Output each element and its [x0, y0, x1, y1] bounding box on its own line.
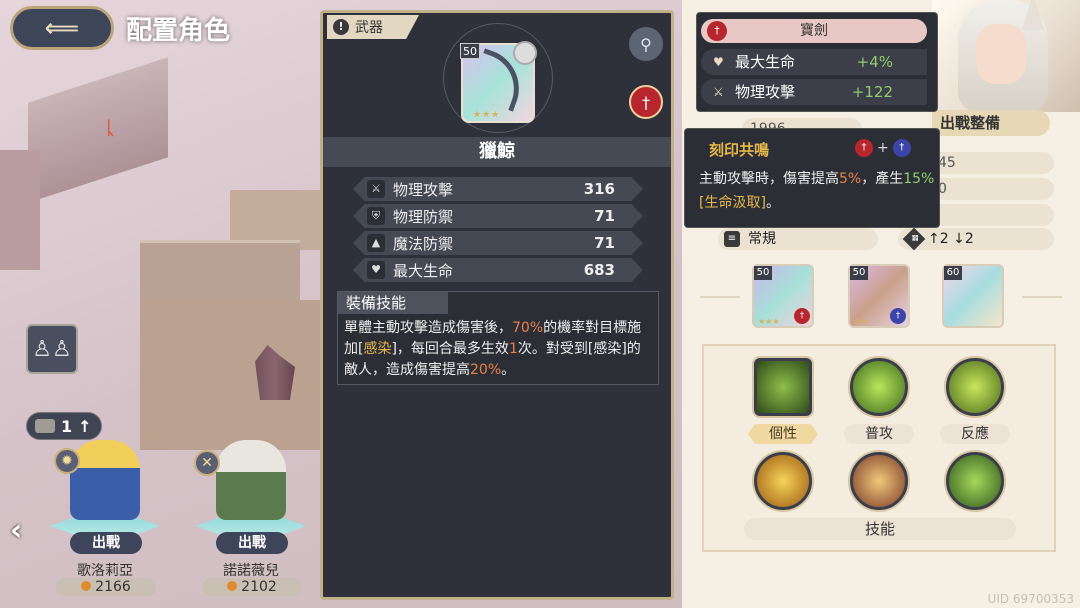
accessory-slot[interactable]: 60 [942, 264, 1004, 328]
people-icon: ♙♙ [32, 336, 72, 362]
sword-emblem-icon: † [794, 308, 810, 324]
stone-floor [140, 300, 330, 450]
stone-block [28, 57, 168, 203]
top-bar: ⟸ 配置角色 [10, 6, 230, 50]
equipment-skill-description: 單體主動攻擊造成傷害後，70%的機率對目標施加[感染]，每回合最多生效1次。對受… [344, 320, 642, 378]
stat-row: ⚔ 物理攻擊 316 [353, 177, 643, 201]
shield-icon: ⛨ [367, 207, 385, 225]
character-sprite [70, 440, 140, 520]
user-search-icon: ⚲ [640, 34, 652, 54]
armor-slot[interactable]: 50 ★★ † [848, 264, 910, 328]
sun-icon: ✹ [54, 448, 80, 474]
hat-icon: ▲ [367, 234, 385, 252]
page-title: 配置角色 [126, 15, 231, 46]
equipment-tooltip: † 寶劍 ♥ 最大生命 +4% ⚔ 物理攻擊 +122 [696, 12, 938, 112]
alert-icon: ! [333, 19, 349, 35]
move-count: 1 [61, 416, 73, 436]
back-button[interactable]: ⟸ [10, 6, 114, 50]
weapon-detail-panel: ! 武器 50 ★★★ ⚲ † 獵鯨 ⚔ 物理攻擊 316 ⛨ 物理防禦 71 … [320, 10, 674, 600]
weapon-level: 50 [460, 43, 480, 59]
character-sprite [216, 440, 286, 520]
skills-frame: 個性 普攻 反應 技能 [702, 344, 1056, 552]
sword-icon: ⚔ [713, 85, 724, 99]
wand-emblem-icon: † [892, 139, 911, 157]
stat-partial [930, 204, 1054, 226]
stone-floor [140, 240, 300, 300]
active-skill-2-icon[interactable] [850, 452, 908, 510]
formation-button[interactable]: ♙♙ [26, 324, 78, 374]
power-icon [81, 581, 92, 591]
heart-icon: ♥ [367, 261, 385, 279]
move-range: ✥ ↑2 ↓2 [898, 227, 1054, 251]
wand-emblem-icon: † [890, 308, 906, 324]
weapon-stats: ⚔ 物理攻擊 316 ⛨ 物理防禦 71 ▲ 魔法防禦 71 ♥ 最大生命 68… [353, 177, 643, 285]
equipment-row: 50 ★★★ † 50 ★★ † 60 [682, 258, 1080, 338]
attack-mode: ≡ 常規 [718, 228, 878, 250]
tooltip-stat-row: ♥ 最大生命 +4% [701, 49, 927, 75]
character-card[interactable]: ✕ 出戰 諾諾薇兒 2102 [186, 440, 316, 596]
stat-row: ♥ 最大生命 683 [353, 258, 643, 282]
stat-partial: 45 [930, 152, 1054, 174]
rune-mark: ᚳ [105, 118, 116, 139]
equipment-skill-title: 裝備技能 [338, 292, 448, 314]
prev-arrow-button[interactable]: ‹ [10, 513, 22, 548]
weapon-name: 獵鯨 [323, 137, 671, 167]
resonance-tooltip: 刻印共鳴 † + † 主動攻擊時，傷害提高5%，產生15%[生命汲取]。 [684, 128, 940, 228]
character-name: 歌洛莉亞 [77, 563, 133, 579]
character-portrait [932, 0, 1080, 112]
sword-emblem-icon: † [855, 139, 873, 157]
tooltip-stat-row: ⚔ 物理攻擊 +122 [701, 79, 927, 105]
active-skill-3-icon[interactable] [946, 452, 1004, 510]
weapon-stars: ★★★ [473, 110, 501, 120]
move-count-badge: 1 ↑ [26, 412, 102, 440]
character-name: 諾諾薇兒 [223, 563, 279, 579]
stat-row: ⛨ 物理防禦 71 [353, 204, 643, 228]
stone-pillar [0, 150, 40, 270]
back-arrow-icon: ⟸ [44, 14, 80, 42]
sword-icon: ⚔ [367, 180, 385, 198]
skills-label: 技能 [744, 518, 1016, 540]
move-icon: ✥ [902, 227, 926, 251]
sword-emblem-icon: † [707, 21, 727, 41]
character-card[interactable]: ✹ 出戰 歌洛莉亞 2166 [40, 440, 170, 596]
skill-label-normal-attack: 普攻 [844, 424, 914, 444]
resonance-title: 刻印共鳴 [709, 141, 770, 159]
heart-icon: ♥ [713, 55, 724, 69]
weapon-tag: ! 武器 [327, 15, 419, 39]
power-icon [227, 581, 238, 591]
personality-skill-icon[interactable] [754, 358, 812, 416]
deploy-button[interactable]: 出戰 [70, 532, 142, 554]
equipment-skill-box: 裝備技能 單體主動攻擊造成傷害後，70%的機率對目標施加[感染]，每回合最多生效… [337, 291, 659, 385]
stat-partial: 0 [930, 178, 1054, 200]
tooltip-title: † 寶劍 [701, 19, 927, 43]
deploy-ready-label: 出戰整備 [932, 110, 1050, 136]
active-skill-1-icon[interactable] [754, 452, 812, 510]
deploy-button[interactable]: 出戰 [216, 532, 288, 554]
normal-attack-icon[interactable] [850, 358, 908, 416]
stat-row: ▲ 魔法防禦 71 [353, 231, 643, 255]
sword-emblem-icon[interactable]: † [629, 85, 663, 119]
power-value: 2102 [202, 578, 302, 596]
resonance-description: 主動攻擊時，傷害提高5%，產生15%[生命汲取]。 [699, 171, 935, 211]
stone-icon [35, 419, 55, 433]
wind-icon: ✕ [194, 450, 220, 476]
reaction-icon[interactable] [946, 358, 1004, 416]
owner-avatar [513, 41, 537, 65]
mode-icon: ≡ [724, 231, 740, 247]
skill-label-reaction: 反應 [940, 424, 1010, 444]
power-value: 2166 [56, 578, 156, 596]
user-id: UID 69700353 [987, 592, 1074, 606]
up-arrow-icon: ↑ [78, 416, 92, 436]
inspect-button[interactable]: ⚲ [629, 27, 663, 61]
skill-label-personality: 個性 [748, 424, 818, 444]
resonance-icons: † + † [855, 139, 911, 157]
weapon-slot[interactable]: 50 ★★★ † [752, 264, 814, 328]
